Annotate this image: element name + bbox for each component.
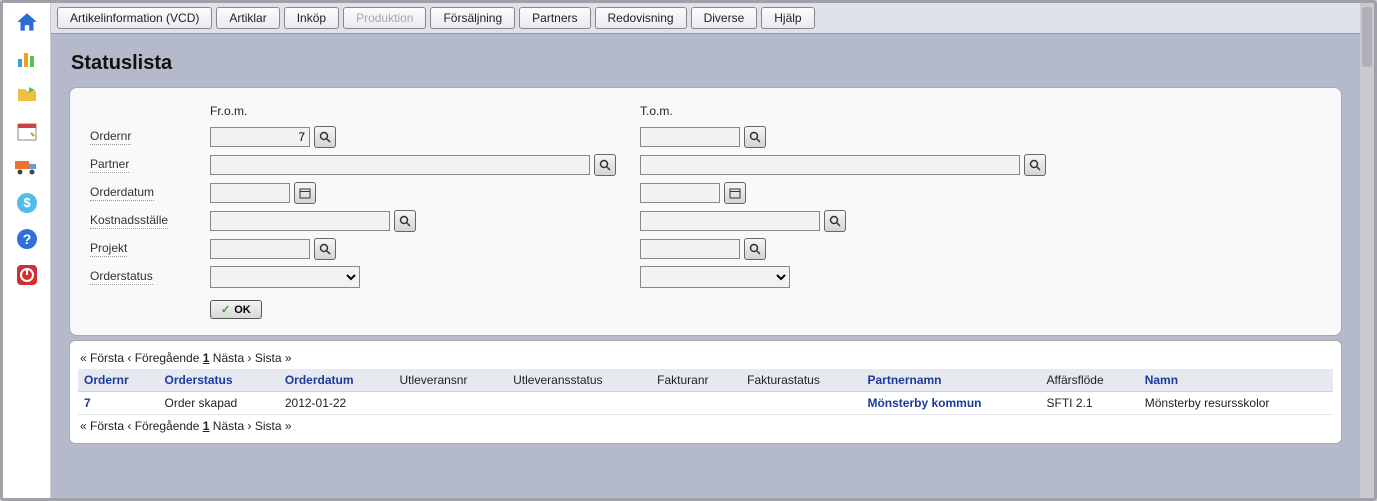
calendar-picker-icon[interactable] [724,182,746,204]
ordernr-to-input[interactable] [640,127,740,147]
pager-current: 1 [203,351,210,365]
chart-icon[interactable] [13,45,41,73]
orderdatum-from-input[interactable] [210,183,290,203]
folder-icon[interactable] [13,81,41,109]
cell-orderdatum: 2012-01-22 [279,392,394,415]
cell-orderstatus: Order skapad [159,392,279,415]
pager-current: 1 [203,419,210,433]
ordernr-from-input[interactable] [210,127,310,147]
results-table: Ordernr Orderstatus Orderdatum Utleveran… [78,369,1333,415]
tab-hjalp[interactable]: Hjälp [761,7,814,29]
lookup-icon[interactable] [744,238,766,260]
label-ordernr: Ordernr [90,129,131,145]
power-icon[interactable] [13,261,41,289]
truck-icon[interactable] [13,153,41,181]
label-orderstatus: Orderstatus [90,269,153,285]
column-header-from: Fr.o.m. [210,104,630,118]
th-affarsflode[interactable]: Affärsflöde [1040,369,1138,392]
pager-prev[interactable]: ‹ Föregående [127,351,199,365]
lookup-icon[interactable] [314,238,336,260]
lookup-icon[interactable] [744,126,766,148]
calendar-icon[interactable] [13,117,41,145]
projekt-to-input[interactable] [640,239,740,259]
table-row[interactable]: 7 Order skapad 2012-01-22 Mönsterby komm… [78,392,1333,415]
pager-next[interactable]: Nästa › [213,351,252,365]
tab-artikelinformation[interactable]: Artikelinformation (VCD) [57,7,212,29]
pager-last[interactable]: Sista » [255,351,292,365]
cell-utleveransstatus [507,392,651,415]
lookup-icon[interactable] [394,210,416,232]
page-title: Statuslista [71,52,1342,75]
pager-bottom: « Första ‹ Föregående 1 Nästa › Sista » [78,415,1333,437]
label-projekt: Projekt [90,241,127,257]
tab-redovisning[interactable]: Redovisning [595,7,687,29]
tab-inkop[interactable]: Inköp [284,7,339,29]
tab-forsaljning[interactable]: Försäljning [430,7,515,29]
results-panel: « Första ‹ Föregående 1 Nästa › Sista » … [69,340,1342,444]
home-icon[interactable] [13,9,41,37]
orderstatus-to-select[interactable] [640,266,790,288]
lookup-icon[interactable] [1024,154,1046,176]
partner-to-input[interactable] [640,155,1020,175]
tab-partners[interactable]: Partners [519,7,590,29]
cell-fakturanr [651,392,741,415]
cell-fakturastatus [741,392,861,415]
th-orderdatum[interactable]: Orderdatum [279,369,394,392]
money-icon[interactable]: $ [13,189,41,217]
th-ordernr[interactable]: Ordernr [78,369,159,392]
tab-produktion: Produktion [343,7,426,29]
th-orderstatus[interactable]: Orderstatus [159,369,279,392]
tab-diverse[interactable]: Diverse [691,7,758,29]
projekt-from-input[interactable] [210,239,310,259]
cell-ordernr[interactable]: 7 [78,392,159,415]
column-header-to: T.o.m. [640,104,1060,118]
th-fakturastatus[interactable]: Fakturastatus [741,369,861,392]
th-fakturanr[interactable]: Fakturanr [651,369,741,392]
cell-namn: Mönsterby resursskolor [1139,392,1333,415]
th-utleveransnr[interactable]: Utleveransnr [393,369,507,392]
sidebar: $ ? [3,3,51,498]
lookup-icon[interactable] [594,154,616,176]
label-partner: Partner [90,157,129,173]
filter-panel: Fr.o.m. T.o.m. Ordernr Partner [69,87,1342,336]
th-namn[interactable]: Namn [1139,369,1333,392]
tab-artiklar[interactable]: Artiklar [216,7,279,29]
orderdatum-to-input[interactable] [640,183,720,203]
cell-utleveransnr [393,392,507,415]
pager-prev[interactable]: ‹ Föregående [127,419,199,433]
kostnadsstalle-from-input[interactable] [210,211,390,231]
pager-first[interactable]: « Första [80,419,124,433]
top-nav: Artikelinformation (VCD) Artiklar Inköp … [51,3,1360,34]
scrollbar[interactable] [1360,3,1374,498]
th-partnernamn[interactable]: Partnernamn [861,369,1040,392]
scroll-handle[interactable] [1362,7,1372,67]
ok-button-label: OK [234,304,251,316]
lookup-icon[interactable] [314,126,336,148]
pager-last[interactable]: Sista » [255,419,292,433]
orderstatus-from-select[interactable] [210,266,360,288]
svg-text:?: ? [22,231,31,247]
check-icon: ✓ [221,303,230,316]
label-orderdatum: Orderdatum [90,185,154,201]
kostnadsstalle-to-input[interactable] [640,211,820,231]
cell-affarsflode: SFTI 2.1 [1040,392,1138,415]
help-icon[interactable]: ? [13,225,41,253]
lookup-icon[interactable] [824,210,846,232]
calendar-picker-icon[interactable] [294,182,316,204]
th-utleveransstatus[interactable]: Utleveransstatus [507,369,651,392]
pager-top: « Första ‹ Föregående 1 Nästa › Sista » [78,347,1333,369]
svg-text:$: $ [23,195,31,210]
pager-next[interactable]: Nästa › [213,419,252,433]
partner-from-input[interactable] [210,155,590,175]
cell-partnernamn[interactable]: Mönsterby kommun [861,392,1040,415]
pager-first[interactable]: « Första [80,351,124,365]
label-kostnadsstalle: Kostnadsställe [90,213,168,229]
ok-button[interactable]: ✓ OK [210,300,262,319]
